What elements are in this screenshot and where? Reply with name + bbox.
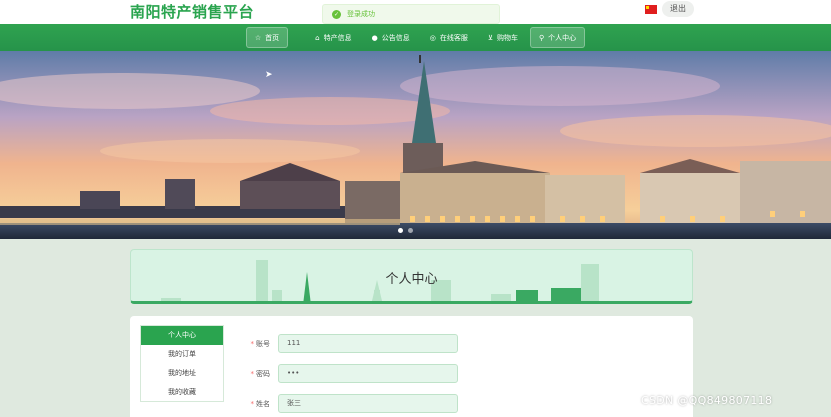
form-row-password: * 密码 •••: [240, 364, 458, 383]
nav-item-profile[interactable]: ⚲ 个人中心: [529, 27, 586, 48]
nav-item-home[interactable]: ☆ 首页: [245, 27, 289, 48]
side-menu-item-address[interactable]: 我的地址: [141, 364, 223, 383]
account-input[interactable]: 111: [278, 334, 458, 353]
carousel-dot[interactable]: [408, 228, 413, 233]
nav-label: 个人中心: [548, 33, 577, 42]
nav-label: 公告信息: [381, 33, 410, 42]
name-input[interactable]: 张三: [278, 394, 458, 413]
bag-icon: ⌂: [315, 33, 320, 42]
name-label: 姓名: [256, 399, 270, 408]
hero-banner[interactable]: [0, 51, 831, 239]
success-toast: ✓ 登录成功: [322, 4, 500, 24]
headset-icon: ◎: [429, 33, 436, 42]
side-menu-item-profile[interactable]: 个人中心: [141, 326, 223, 345]
profile-side-menu: 个人中心 我的订单 我的地址 我的收藏: [140, 325, 224, 402]
page-title: 个人中心: [385, 272, 438, 287]
nav-item-notices[interactable]: ● 公告信息: [364, 27, 418, 48]
nav-label: 在线客服: [439, 33, 468, 42]
nav-label: 首页: [265, 33, 280, 42]
account-label: 账号: [256, 339, 270, 348]
password-input[interactable]: •••: [278, 364, 458, 383]
side-menu-item-favorites[interactable]: 我的收藏: [141, 383, 223, 402]
nav-item-support[interactable]: ◎ 在线客服: [422, 27, 476, 48]
page-header-card: 个人中心: [130, 249, 693, 304]
china-flag-icon: [645, 5, 657, 14]
nav-label: 购物车: [496, 33, 518, 42]
user-icon: ⚲: [538, 33, 545, 42]
mouse-pointer-icon: ➤: [265, 70, 273, 80]
nav-label: 特产信息: [323, 33, 352, 42]
city-skyline-image: [0, 51, 831, 239]
check-circle-icon: ✓: [332, 9, 341, 19]
star-icon: ☆: [254, 33, 262, 42]
nav-item-products[interactable]: ⌂ 特产信息: [307, 27, 359, 48]
site-title: 南阳特产销售平台: [130, 3, 255, 21]
cart-icon: ⊻: [487, 33, 493, 42]
carousel-indicators[interactable]: [398, 228, 413, 233]
carousel-dot[interactable]: [398, 228, 403, 233]
info-icon: ●: [371, 33, 378, 42]
form-row-name: * 姓名 张三: [240, 394, 458, 413]
main-nav: ☆ 首页 ⌂ 特产信息 ● 公告信息 ◎ 在线客服 ⊻ 购物车 ⚲ 个人中心: [0, 24, 831, 51]
form-row-account: * 账号 111: [240, 334, 458, 353]
toast-message: 登录成功: [347, 10, 375, 18]
logout-button[interactable]: 退出: [662, 1, 694, 17]
password-label: 密码: [256, 369, 270, 378]
nav-item-cart[interactable]: ⊻ 购物车: [480, 27, 526, 48]
profile-content-card: 个人中心 我的订单 我的地址 我的收藏 * 账号 111 * 密码 ••• * 姓名 …: [130, 316, 693, 417]
side-menu-item-orders[interactable]: 我的订单: [141, 345, 223, 364]
csdn-watermark: CSDN @QQ849807118: [641, 394, 773, 407]
